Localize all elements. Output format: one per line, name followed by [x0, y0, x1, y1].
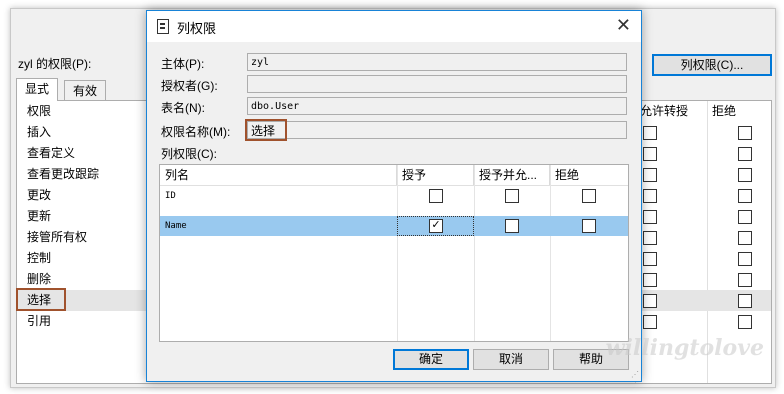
perm-name-label: 权限名称(M):	[161, 125, 231, 139]
table-row[interactable]: Name ✓	[160, 216, 628, 236]
header-grant: 授予	[397, 165, 474, 185]
grant-with-checkbox[interactable]	[643, 252, 657, 266]
deny-checkbox[interactable]	[738, 294, 752, 308]
permission-label: 查看更改跟踪	[27, 167, 100, 181]
grant-with-checkbox[interactable]	[643, 189, 657, 203]
table-name-label: 表名(N):	[161, 101, 205, 115]
column-permissions-button[interactable]: 列权限(C)...	[652, 54, 772, 76]
deny-checkbox[interactable]	[738, 231, 752, 245]
principal-label: 主体(P):	[161, 57, 205, 71]
close-icon[interactable]: ✕	[616, 15, 631, 36]
deny-checkbox[interactable]	[738, 252, 752, 266]
permission-label: 引用	[27, 314, 52, 328]
highlight-perm-name	[245, 119, 287, 141]
dialog-icon	[157, 19, 169, 34]
permission-label: 查看定义	[27, 146, 76, 160]
dialog-title: 列权限	[177, 21, 217, 36]
deny-checkbox[interactable]	[738, 315, 752, 329]
column-permissions-dialog: 列权限 ✕ 主体(P): zyl 授权者(G): 表名(N): dbo.User…	[146, 10, 642, 382]
resize-grip-icon[interactable]: ⋰	[631, 370, 639, 379]
header-deny: 拒绝	[555, 168, 580, 182]
grid-header: 列名 授予 授予并允... 拒绝	[160, 165, 628, 186]
grant-with-checkbox[interactable]	[505, 219, 519, 233]
grant-with-checkbox[interactable]	[643, 126, 657, 140]
grant-with-checkbox[interactable]	[643, 231, 657, 245]
grant-with-checkbox[interactable]	[643, 315, 657, 329]
deny-checkbox[interactable]	[738, 126, 752, 140]
deny-checkbox[interactable]	[738, 189, 752, 203]
deny-checkbox[interactable]	[582, 189, 596, 203]
header-grant-with: 授予并允...	[474, 165, 550, 185]
permission-label: 删除	[27, 272, 52, 286]
deny-checkbox[interactable]	[738, 147, 752, 161]
permission-label: 接管所有权	[27, 230, 88, 244]
grant-with-checkbox[interactable]	[643, 210, 657, 224]
column-perms-label: 列权限(C):	[161, 147, 217, 161]
grant-checkbox[interactable]	[429, 189, 443, 203]
table-row[interactable]: ID	[160, 186, 628, 206]
header-grant-with: 允许转授	[635, 101, 688, 122]
highlight-select-row	[16, 288, 66, 311]
principal-field: zyl	[247, 53, 627, 71]
column-name-cell: ID	[165, 191, 176, 201]
grant-with-checkbox[interactable]	[643, 294, 657, 308]
watermark: willingtolove	[605, 335, 764, 361]
ok-button[interactable]: 确定	[393, 349, 469, 370]
grant-checkbox-checked[interactable]: ✓	[429, 219, 443, 233]
header-deny: 拒绝	[707, 101, 736, 122]
table-name-field: dbo.User	[247, 97, 627, 115]
permission-label: 控制	[27, 251, 52, 265]
title-bar: 列权限 ✕	[147, 11, 641, 42]
grant-with-checkbox[interactable]	[643, 168, 657, 182]
cancel-button[interactable]: 取消	[473, 349, 549, 370]
deny-checkbox[interactable]	[582, 219, 596, 233]
perm-name-field: 选择	[247, 121, 627, 139]
permission-label: 插入	[27, 125, 52, 139]
grant-with-checkbox[interactable]	[505, 189, 519, 203]
deny-checkbox[interactable]	[738, 168, 752, 182]
tab-explicit[interactable]: 显式	[16, 78, 59, 101]
grant-with-checkbox[interactable]	[643, 273, 657, 287]
header-column-name: 列名	[160, 165, 397, 185]
header-permission: 权限	[27, 104, 52, 118]
column-permissions-grid: 列名 授予 授予并允... 拒绝 ID Name ✓	[159, 164, 629, 342]
permission-label: 更新	[27, 209, 52, 223]
tab-effective[interactable]: 有效	[64, 80, 107, 101]
grantor-field	[247, 75, 627, 93]
grantor-label: 授权者(G):	[161, 79, 218, 93]
permission-label: 更改	[27, 188, 52, 202]
grant-with-checkbox[interactable]	[643, 147, 657, 161]
deny-checkbox[interactable]	[738, 273, 752, 287]
perm-label: zyl 的权限(P):	[18, 57, 92, 71]
deny-checkbox[interactable]	[738, 210, 752, 224]
column-name-cell: Name	[165, 221, 187, 231]
